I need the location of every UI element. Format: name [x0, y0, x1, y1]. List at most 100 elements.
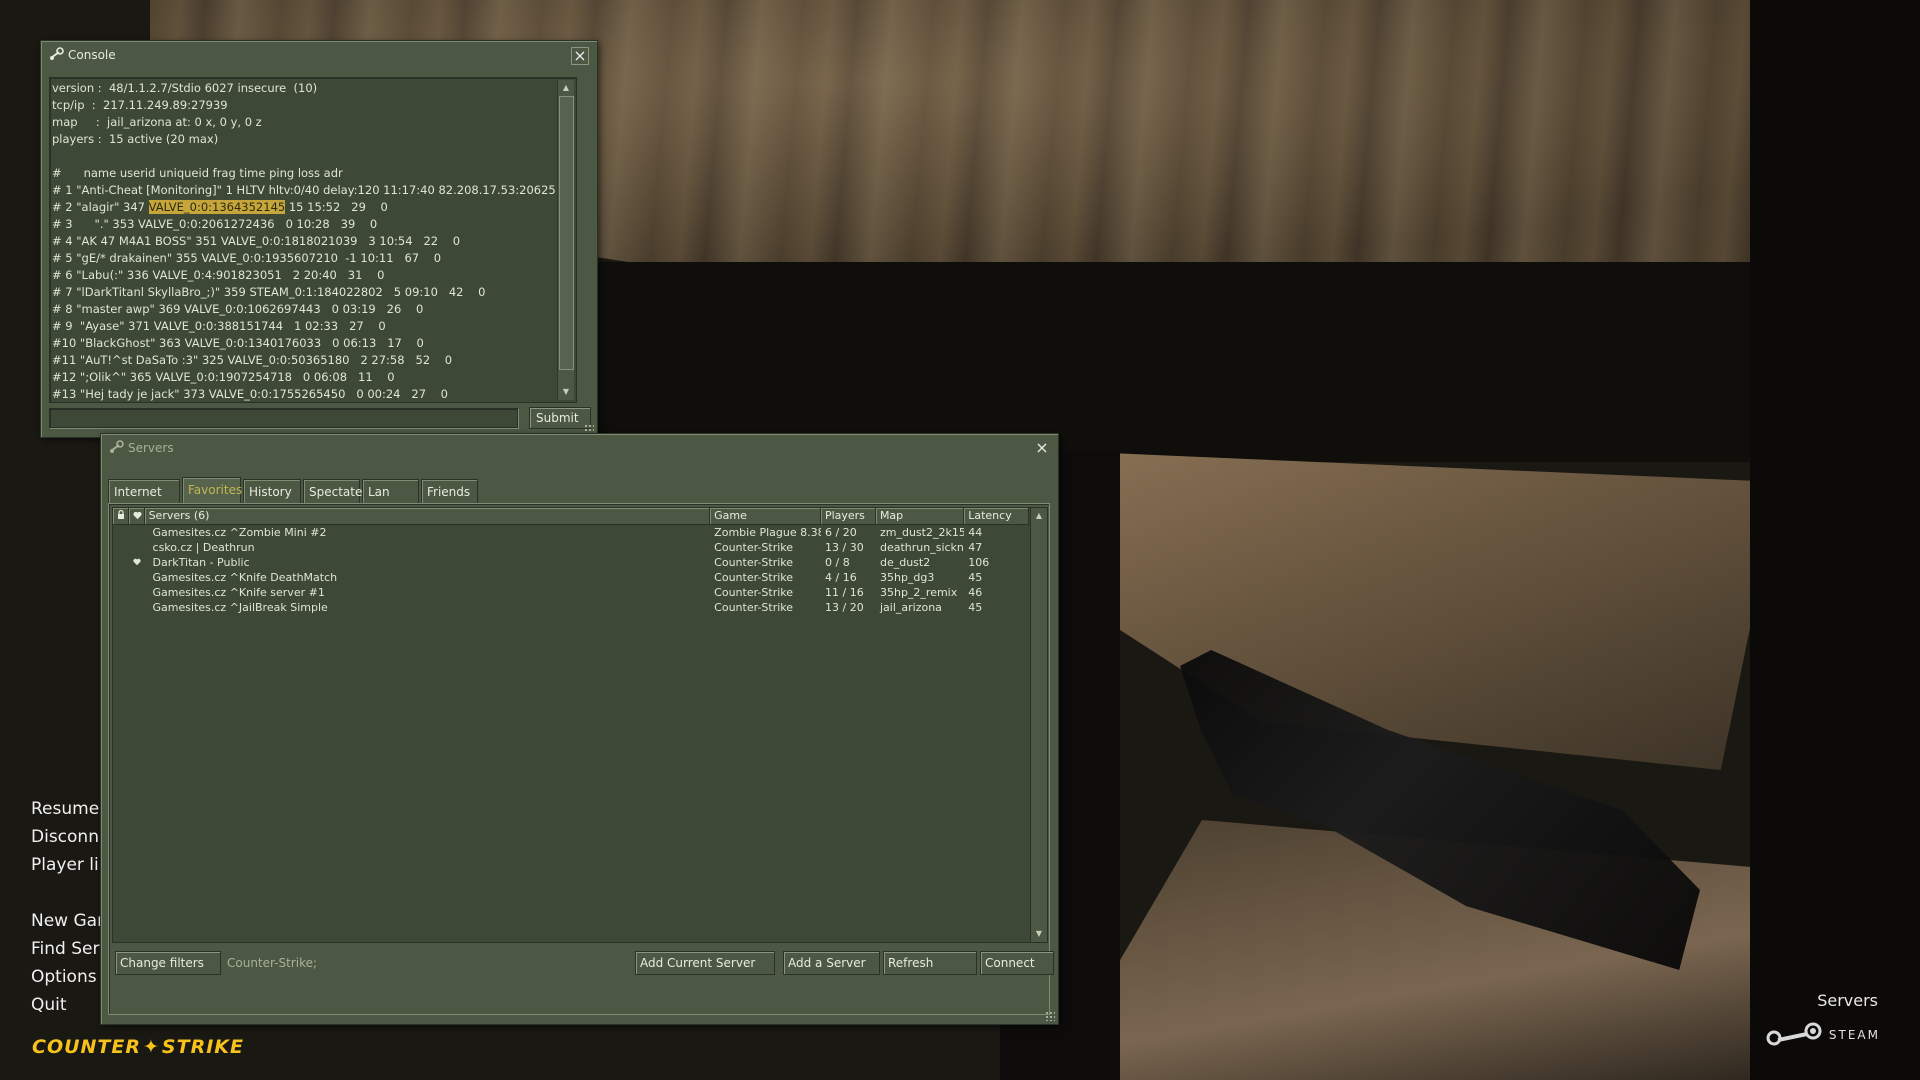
console-line: tcp/ip : 217.11.249.89:27939	[52, 98, 228, 112]
column-servers[interactable]: Servers (6)	[144, 508, 711, 524]
server-latency: 45	[968, 571, 983, 584]
server-game: Zombie Plague 8.387	[714, 526, 821, 539]
server-name: Gamesites.cz ^JailBreak Simple	[152, 601, 328, 614]
console-line: players : 15 active (20 max)	[52, 132, 219, 146]
favorite-cell	[129, 525, 145, 540]
server-map: 35hp_dg3	[879, 571, 935, 584]
server-game: Counter-Strike	[714, 556, 794, 569]
lock-cell	[113, 570, 129, 585]
favorite-column-icon[interactable]	[128, 508, 145, 524]
column-map[interactable]: Map	[875, 508, 965, 524]
menu-item[interactable]: Quit	[31, 991, 109, 1019]
server-map: 35hp_2_remix	[879, 586, 958, 599]
table-row[interactable]: Gamesites.cz ^JailBreak Simple Counter-St…	[113, 600, 1029, 615]
column-players[interactable]: Players	[820, 508, 876, 524]
add-current-server-button[interactable]: Add Current Server	[635, 951, 775, 975]
column-latency[interactable]: Latency	[964, 508, 1030, 524]
table-row[interactable]: Gamesites.cz ^Knife DeathMatch Counter-St…	[113, 570, 1029, 585]
server-tabs: Internet Favorites History Spectate Lan Frien…	[108, 477, 480, 503]
console-line: map : jail_arizona at: 0 x, 0 y, 0 z	[52, 115, 262, 129]
lit-floor	[1040, 450, 1780, 770]
favorite-cell	[129, 570, 145, 585]
selected-text[interactable]: VALVE_0:0:1364352145	[148, 200, 286, 214]
server-players: 13 / 20	[825, 601, 864, 614]
server-map: de_dust2	[879, 556, 931, 569]
friend-icon	[133, 558, 141, 566]
list-header: Servers (6) Game Players Map Latency	[113, 508, 1030, 525]
menu-item[interactable]: New Gar	[31, 907, 109, 935]
table-row[interactable]: csko.cz | Deathrun Counter-Strike 13 / 30 d…	[113, 540, 1029, 555]
lock-cell	[113, 600, 129, 615]
table-row[interactable]: Gamesites.cz ^Zombie Mini #2 Zombie Plagu…	[113, 525, 1029, 540]
console-line: #11 "AuT!^st DaSaTo :3" 325 VALVE_0:0:50…	[52, 353, 453, 367]
favorites-panel: Servers (6) Game Players Map Latency Gam…	[108, 503, 1054, 1015]
menu-item[interactable]: Disconne	[31, 823, 109, 851]
console-line: # 5 "gE/* drakainen" 355 VALVE_0:0:19356…	[52, 251, 442, 265]
tab-spectate[interactable]: Spectate	[303, 479, 362, 503]
table-row[interactable]: Gamesites.cz ^Knife server #1 Counter-Str…	[113, 585, 1029, 600]
server-name: DarkTitan - Public	[152, 556, 250, 569]
column-game[interactable]: Game	[710, 508, 821, 524]
refresh-button[interactable]: Refresh	[883, 951, 977, 975]
console-line: # 3 "." 353 VALVE_0:0:2061272436 0 10:28…	[52, 217, 378, 231]
main-menu: Resume Disconne Player li New Gar Find Ser O…	[31, 795, 109, 1019]
connect-button[interactable]: Connect	[980, 951, 1054, 975]
console-titlebar[interactable]: Console ×	[41, 41, 597, 67]
table-row[interactable]: DarkTitan - Public Counter-Strike 0 / 8 de_…	[113, 555, 1029, 570]
server-name: Gamesites.cz ^Zombie Mini #2	[152, 526, 327, 539]
lock-cell	[113, 585, 129, 600]
server-game: Counter-Strike	[714, 541, 794, 554]
servers-close-icon[interactable]: ×	[1034, 440, 1050, 456]
steam-icon	[1766, 1022, 1822, 1046]
console-close-icon[interactable]: ×	[571, 47, 589, 65]
tab-history[interactable]: History	[243, 479, 301, 503]
server-list[interactable]: Servers (6) Game Players Map Latency Gam…	[112, 507, 1048, 943]
menu-item[interactable]: Options	[31, 963, 109, 991]
server-latency: 46	[968, 586, 983, 599]
logo-right-text: STRIKE	[161, 1036, 244, 1058]
console-command-input[interactable]	[49, 408, 518, 428]
favorite-cell	[129, 600, 145, 615]
console-line: # 1 "Anti-Cheat [Monitoring]" 1 HLTV hlt…	[52, 183, 556, 197]
server-game: Counter-Strike	[714, 601, 794, 614]
server-map: zm_dust2_2k15	[879, 526, 965, 539]
server-latency: 106	[968, 556, 990, 569]
steam-text: STEAM	[1828, 1028, 1880, 1042]
console-line: # 6 "Labu(:" 336 VALVE_0:4:901823051 2 2…	[52, 268, 385, 282]
add-server-button[interactable]: Add a Server	[783, 951, 880, 975]
scroll-up-icon[interactable]: ▲	[1031, 508, 1047, 524]
console-line: #12 ";Olik^" 365 VALVE_0:0:1907254718 0 …	[52, 370, 395, 384]
submit-button[interactable]: Submit	[529, 407, 591, 429]
scroll-thumb[interactable]	[559, 96, 574, 370]
scroll-down-icon[interactable]: ▼	[1031, 926, 1047, 942]
favorite-cell	[129, 540, 145, 555]
change-filters-button[interactable]: Change filters	[115, 951, 221, 975]
servers-titlebar[interactable]: Servers ×	[101, 434, 1058, 460]
right-shadow	[1750, 0, 1920, 1080]
console-scrollbar[interactable]: ▲ ▼	[557, 80, 574, 400]
console-line-highlighted: # 2 "alagir" 347 VALVE_0:0:1364352145 15…	[52, 199, 576, 216]
dark-beam	[400, 262, 1920, 462]
menu-item[interactable]: Player li	[31, 851, 109, 879]
tab-internet[interactable]: Internet	[108, 479, 180, 503]
lock-cell	[113, 540, 129, 555]
tab-favorites[interactable]: Favorites	[182, 477, 242, 503]
scroll-up-icon[interactable]: ▲	[558, 80, 574, 96]
servers-window[interactable]: Servers × Internet Favorites History Specta…	[100, 433, 1059, 1025]
menu-item[interactable]: Find Ser	[31, 935, 109, 963]
console-text: 15 15:52 29 0	[285, 200, 388, 214]
resize-grip-icon[interactable]	[1045, 1011, 1055, 1021]
logo-left-text: COUNTER	[32, 1036, 141, 1058]
favorite-cell	[129, 555, 145, 570]
console-line: # 4 "AK 47 M4A1 BOSS" 351 VALVE_0:0:1818…	[52, 234, 461, 248]
tab-friends[interactable]: Friends	[421, 479, 478, 503]
console-window[interactable]: Console × version : 48/1.1.2.7/Stdio 602…	[40, 40, 598, 438]
console-output[interactable]: version : 48/1.1.2.7/Stdio 6027 insecure…	[49, 77, 577, 403]
menu-item[interactable]: Resume	[31, 795, 109, 823]
console-line: # name userid uniqueid frag time ping lo…	[52, 166, 343, 180]
tab-lan[interactable]: Lan	[362, 479, 419, 503]
server-game: Counter-Strike	[714, 571, 794, 584]
lock-column-icon[interactable]	[113, 508, 129, 524]
scroll-down-icon[interactable]: ▼	[558, 384, 574, 400]
server-list-scrollbar[interactable]: ▲ ▼	[1030, 508, 1047, 942]
